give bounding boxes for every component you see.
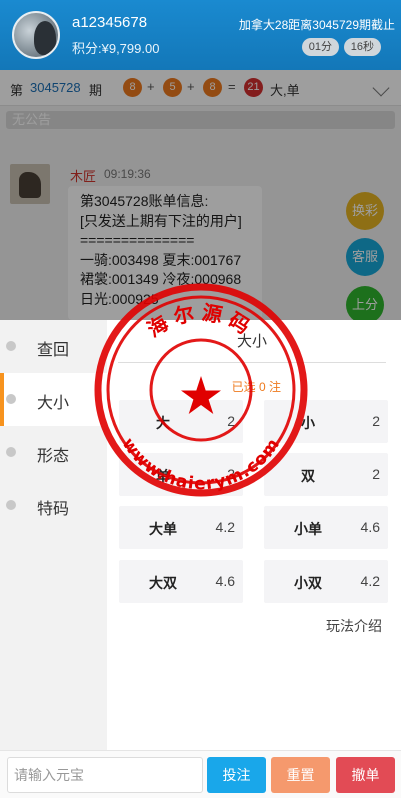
option-odds: 2 xyxy=(227,466,235,482)
bet-option-odd[interactable]: 单 2 xyxy=(119,453,243,496)
option-odds: 2 xyxy=(372,413,380,429)
rules-link[interactable]: 玩法介绍 xyxy=(326,616,382,636)
option-name: 双 xyxy=(301,468,315,484)
nav-dot xyxy=(6,500,16,510)
option-name: 小单 xyxy=(294,521,322,537)
nav-item-shape[interactable]: 形态 xyxy=(0,426,107,479)
nav-dot xyxy=(6,394,16,404)
bet-category-nav: 查回 大小 形态 特码 xyxy=(0,320,107,750)
username: a12345678 xyxy=(72,14,148,31)
nav-item-label: 形态 xyxy=(37,448,70,465)
reset-button[interactable]: 重置 xyxy=(271,757,330,793)
option-name: 大 xyxy=(156,415,170,431)
option-name: 大单 xyxy=(149,521,177,537)
bet-option-small-odd[interactable]: 小单 4.6 xyxy=(264,506,388,549)
option-odds: 2 xyxy=(372,466,380,482)
bet-option-small-even[interactable]: 小双 4.2 xyxy=(264,560,388,603)
divider xyxy=(118,362,386,363)
nav-dot xyxy=(6,447,16,457)
bet-type-title: 大小 xyxy=(236,333,267,350)
nav-item-history[interactable]: 查回 xyxy=(0,320,107,373)
nav-item-special-code[interactable]: 特码 xyxy=(0,479,107,532)
bet-option-big-even[interactable]: 大双 4.6 xyxy=(119,560,243,603)
bet-panel: 查回 大小 形态 特码 大小 已选 0 注 大 2 小 2 单 2 双 2 大单… xyxy=(0,320,401,750)
amount-input[interactable] xyxy=(7,757,203,793)
user-avatar[interactable] xyxy=(12,11,60,59)
nav-item-size[interactable]: 大小 xyxy=(0,373,107,426)
nav-item-label: 查回 xyxy=(37,342,70,359)
option-odds: 4.6 xyxy=(215,573,235,589)
nav-item-label: 大小 xyxy=(37,395,70,412)
bet-option-even[interactable]: 双 2 xyxy=(264,453,388,496)
option-odds: 2 xyxy=(227,413,235,429)
points-balance: 积分:¥9,799.00 xyxy=(72,41,160,56)
option-name: 单 xyxy=(156,468,170,484)
modal-overlay[interactable] xyxy=(0,70,401,320)
option-odds: 4.2 xyxy=(215,519,235,535)
nav-item-label: 特码 xyxy=(37,501,70,518)
bottom-action-bar: 投注 重置 撤单 xyxy=(0,750,401,798)
selected-count: 已选 0 注 xyxy=(231,380,281,394)
option-odds: 4.6 xyxy=(360,519,380,535)
countdown-label: 加拿大28距离3045729期截止 xyxy=(238,18,395,32)
bet-option-big-odd[interactable]: 大单 4.2 xyxy=(119,506,243,549)
countdown-minutes: 01分 xyxy=(301,38,339,56)
cancel-bet-button[interactable]: 撤单 xyxy=(336,757,395,793)
option-name: 小双 xyxy=(294,575,322,591)
nav-dot xyxy=(6,341,16,351)
option-odds: 4.2 xyxy=(360,573,380,589)
countdown-seconds: 16秒 xyxy=(343,38,381,56)
place-bet-button[interactable]: 投注 xyxy=(207,757,266,793)
bet-option-small[interactable]: 小 2 xyxy=(264,400,388,443)
option-name: 大双 xyxy=(149,575,177,591)
bet-option-big[interactable]: 大 2 xyxy=(119,400,243,443)
option-name: 小 xyxy=(301,415,315,431)
header: a12345678 积分:¥9,799.00 加拿大28距离3045729期截止… xyxy=(0,0,401,70)
